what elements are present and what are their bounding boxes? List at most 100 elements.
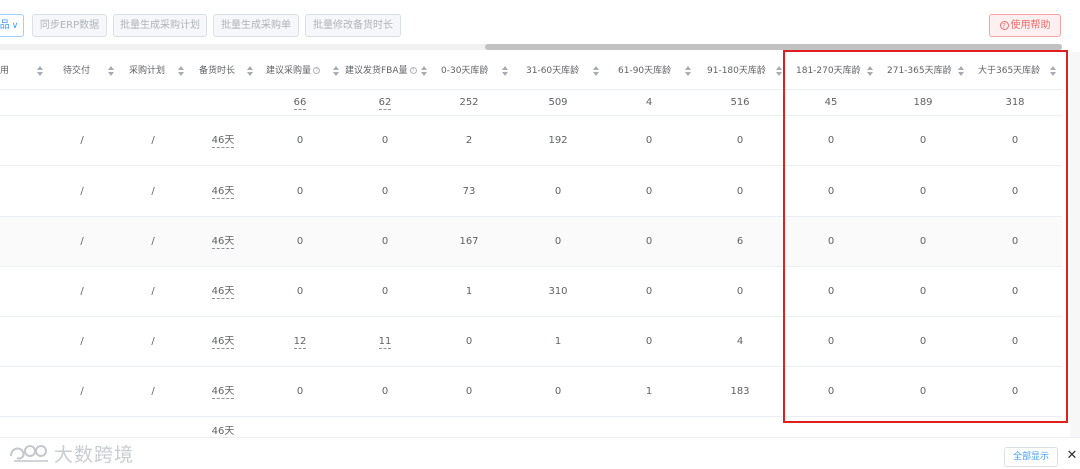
sort-icon[interactable] [684, 52, 692, 90]
cell-purchase-plan [123, 90, 183, 115]
cell-value: 0 [827, 186, 835, 197]
cell-value: 46天 [211, 385, 235, 399]
sort-icon[interactable] [36, 52, 44, 90]
cell-age-271-365: 0 [883, 317, 963, 366]
cell-pending-delivery: / [52, 267, 112, 316]
cell-value: 1 [465, 286, 473, 297]
cell-suggested-purchase: 0 [265, 167, 335, 216]
cell-suggested-purchase: 0 [265, 217, 335, 266]
sort-icon[interactable] [332, 52, 340, 90]
sort-icon[interactable] [501, 52, 509, 90]
cell-value: 46天 [211, 335, 235, 349]
sort-icon[interactable] [246, 52, 254, 90]
cell-age-over-365: 0 [973, 267, 1057, 316]
batch-edit-stock-duration-button[interactable]: 批量修改备货时长 [305, 14, 401, 37]
close-icon[interactable]: ✕ [1065, 446, 1079, 466]
question-icon[interactable]: ? [313, 67, 321, 74]
cell-age-61-90: 0 [611, 167, 687, 216]
cell-stock-duration[interactable]: 46天 [193, 317, 253, 366]
cell-age-over-365: 0 [973, 367, 1057, 416]
sync-erp-button[interactable]: 同步ERP数据 [32, 14, 107, 37]
sort-icon[interactable] [866, 52, 874, 90]
cell-value: 0 [465, 386, 473, 397]
cell-suggested-purchase[interactable]: 66 [265, 90, 335, 115]
cell-age-181-270: 45 [791, 90, 871, 115]
cell-value: 0 [296, 135, 304, 146]
sort-icon[interactable] [957, 52, 965, 90]
cell-value: / [80, 386, 84, 397]
horizontal-scrollbar-thumb[interactable] [485, 44, 1062, 50]
cell-value: 0 [645, 336, 653, 347]
cell-value: 0 [919, 286, 927, 297]
cell-suggested-fba: 0 [350, 267, 420, 316]
cell-value: / [80, 236, 84, 247]
cell-value: 0 [1011, 336, 1019, 347]
cell-suggested-fba[interactable]: 62 [350, 90, 420, 115]
cell-suggested-fba[interactable]: 11 [350, 317, 420, 366]
cell-value: 0 [736, 286, 744, 297]
sort-icon[interactable] [107, 52, 115, 90]
cell-purchase-plan: / [123, 116, 183, 165]
cell-value: 0 [827, 336, 835, 347]
cell-value: 516 [730, 97, 750, 108]
cell-stock-duration[interactable]: 46天 [193, 267, 253, 316]
cell-age-271-365: 189 [883, 90, 963, 115]
cell-age-31-60: 310 [518, 267, 598, 316]
batch-purchase-plan-button[interactable]: 批量生成采购计划 [113, 14, 207, 37]
question-icon[interactable]: ? [409, 67, 417, 74]
show-all-button[interactable]: 全部显示 [1004, 447, 1058, 467]
cell-value: 4 [736, 336, 744, 347]
cell-age-181-270: 0 [791, 367, 871, 416]
cell-stock-duration[interactable]: 46天 [193, 217, 253, 266]
cell-stock-duration [193, 90, 253, 115]
cell-value: 0 [827, 135, 835, 146]
column-header-age-271-365: 271-365天库龄 [887, 66, 952, 76]
sort-icon[interactable] [592, 52, 600, 90]
cell-stock-duration[interactable]: 46天 [193, 367, 253, 416]
help-button[interactable]: ? 使用帮助 [989, 14, 1061, 37]
column-header-suggested-fba: 建议发货FBA量? [345, 52, 417, 90]
cell-age-31-60: 0 [518, 167, 598, 216]
batch-purchase-order-button[interactable]: 批量生成采购单 [213, 14, 299, 37]
cell-value: 0 [381, 286, 389, 297]
cell-stock-duration[interactable]: 46天 [193, 167, 253, 216]
cell-purchase-plan: / [123, 367, 183, 416]
watermark-logo-icon [10, 445, 48, 462]
cell-value: 0 [645, 286, 653, 297]
cell-age-91-180: 0 [700, 267, 780, 316]
table-header: 用 待交付 采购计划 备货时长 建议采购量? 建议发货FBA量? 0-30天库龄… [0, 52, 1062, 90]
cell-age-0-30: 1 [431, 267, 507, 316]
cell-value: / [151, 286, 155, 297]
cell-value: 0 [296, 286, 304, 297]
cell-pending-delivery: / [52, 317, 112, 366]
cell-value: 46天 [211, 285, 235, 299]
cell-suggested-fba: 0 [350, 167, 420, 216]
cell-value: / [151, 386, 155, 397]
cell-stock-duration[interactable]: 46天 [193, 116, 253, 165]
cell-pending-delivery: / [52, 367, 112, 416]
cell-value: 0 [1011, 286, 1019, 297]
cell-value: 192 [548, 135, 568, 146]
cell-pending-delivery: / [52, 116, 112, 165]
cell-value: / [151, 336, 155, 347]
cell-age-31-60: 0 [518, 367, 598, 416]
cell-value: 0 [645, 186, 653, 197]
sort-icon[interactable] [775, 52, 783, 90]
vertical-scrollbar[interactable] [1070, 52, 1080, 437]
cell-suggested-purchase[interactable]: 12 [265, 317, 335, 366]
cell-value: 167 [459, 236, 479, 247]
sort-icon[interactable] [177, 52, 185, 90]
cell-age-over-365: 318 [973, 90, 1057, 115]
cell-age-271-365: 0 [883, 267, 963, 316]
cell-age-61-90: 0 [611, 267, 687, 316]
cell-age-0-30: 2 [431, 116, 507, 165]
cell-age-0-30: 0 [431, 317, 507, 366]
cell-value: 1 [554, 336, 562, 347]
cell-value: / [151, 186, 155, 197]
cell-age-31-60: 192 [518, 116, 598, 165]
filter-dropdown[interactable]: 品 ∨ [0, 14, 24, 37]
sort-icon[interactable] [1049, 52, 1057, 90]
cell-suggested-purchase: 0 [265, 267, 335, 316]
sort-icon[interactable] [420, 52, 428, 90]
cell-value: 1 [645, 386, 653, 397]
